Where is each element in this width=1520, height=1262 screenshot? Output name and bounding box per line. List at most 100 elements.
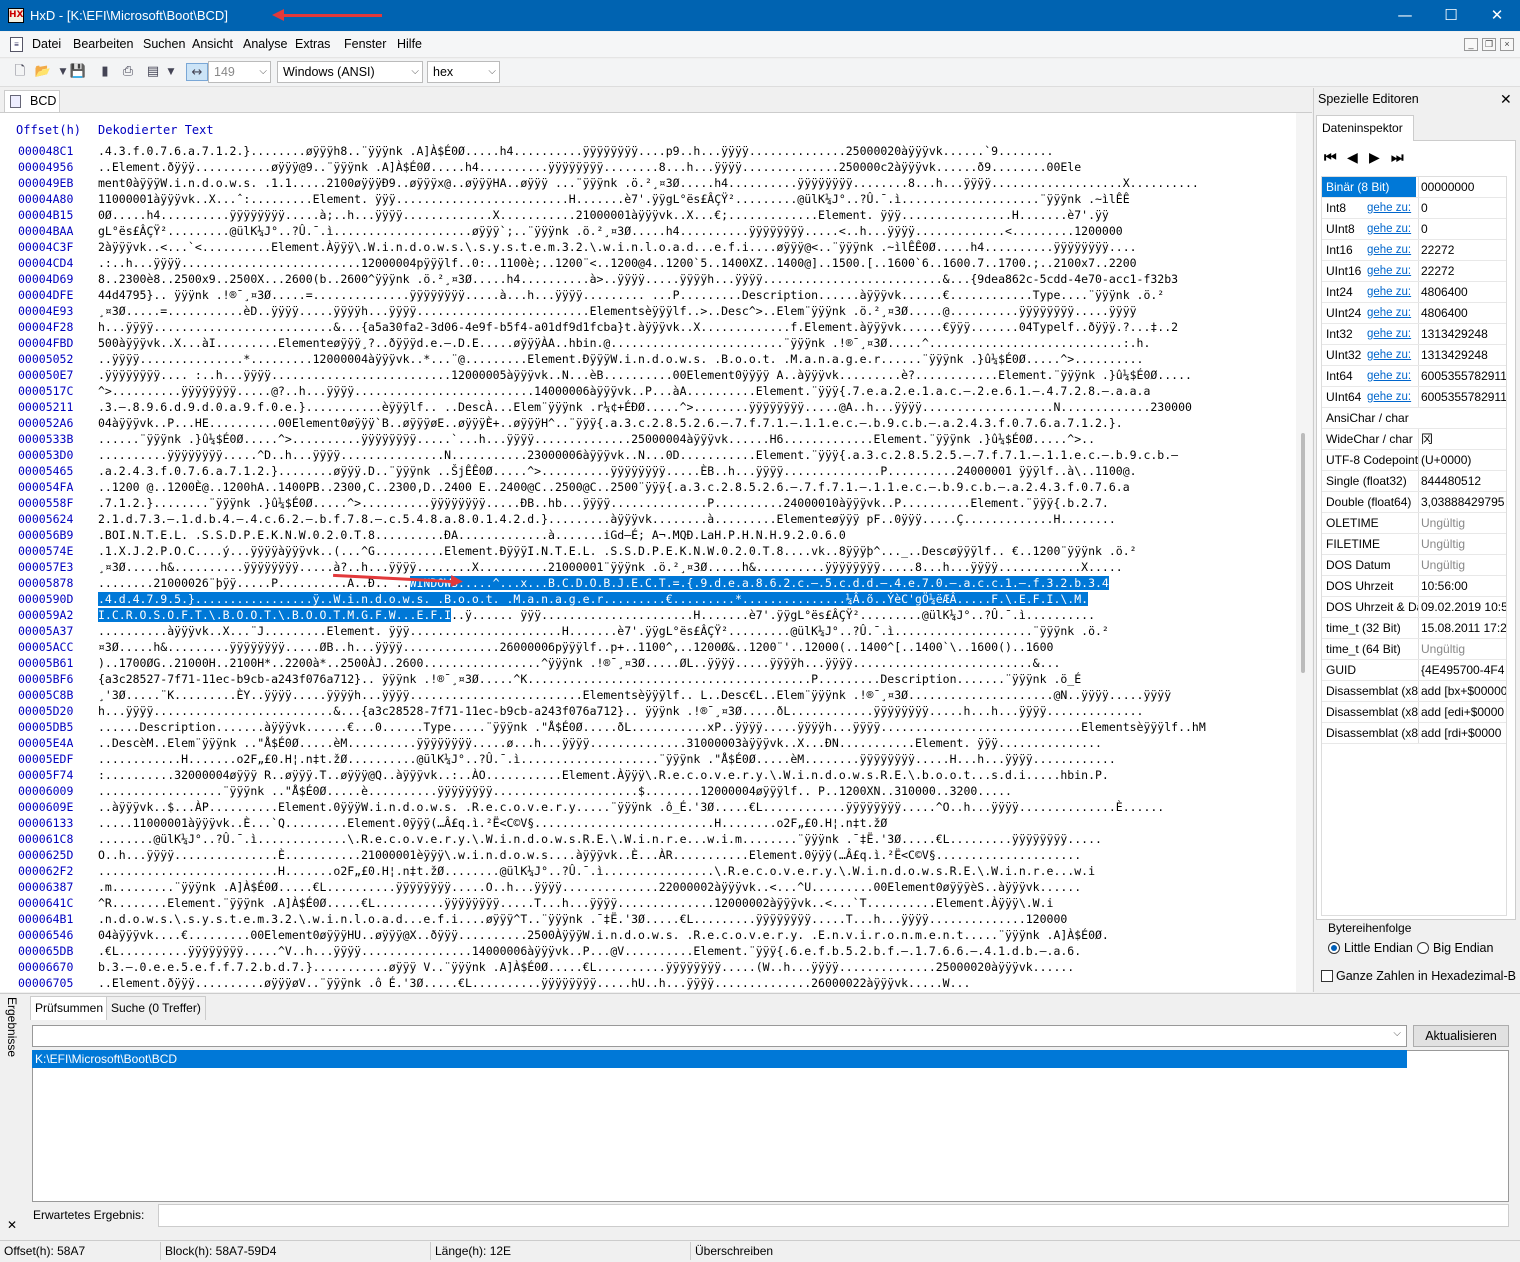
goto-link[interactable]: gehe zu:	[1366, 303, 1412, 323]
row-decoded-text[interactable]: ........@ülK¼J°..?Û.¯.ì.............\.R.…	[98, 831, 1290, 847]
row-decoded-text[interactable]: .BOI.N.T.E.L. .S.S.D.P.E.K.N.W.0.2.0.T.8…	[98, 527, 1290, 543]
row-decoded-text[interactable]: ..DescèM..Elem¨ÿÿÿnk .."Å$É0Ø.....èM....…	[98, 735, 1290, 751]
inspector-value[interactable]: 09.02.2019 10:5	[1418, 597, 1506, 617]
row-decoded-text[interactable]: ..àÿÿÿvk..$...ÀP..........Element.0ÿÿÿW.…	[98, 799, 1290, 815]
title-bar[interactable]: HX HxD - [K:\EFI\Microsoft\Boot\BCD] — ☐…	[0, 0, 1520, 31]
selected-text[interactable]: .4.d.4.7.9.5.}.................ÿ..W.i.n.…	[98, 592, 1089, 606]
hex-row[interactable]: 000049EB ment0àÿÿÿW.i.n.d.o.w.s. .1.1....…	[0, 175, 1296, 191]
close-file-icon[interactable]: ▮	[96, 63, 114, 81]
hex-row[interactable]: 0000609E ..àÿÿÿvk..$...ÀP..........Elemen…	[0, 799, 1296, 815]
inspector-row[interactable]: Int16 gehe zu: 22272	[1322, 240, 1506, 261]
goto-link[interactable]: gehe zu:	[1366, 261, 1412, 281]
little-endian-label[interactable]: Little Endian	[1344, 941, 1413, 955]
inspector-row[interactable]: Disassemblat (x86-32)add [edi+$0000	[1322, 702, 1506, 723]
expected-result-input[interactable]	[158, 1204, 1509, 1227]
hex-row[interactable]: 000052A6 04àÿÿÿvk..P...HE..........00Elem…	[0, 415, 1296, 431]
hex-row[interactable]: 00006387 .m.........¨ÿÿÿnk .A]À$É0Ø.....€…	[0, 879, 1296, 895]
hex-row[interactable]: 000062F2 ..........................H.....…	[0, 863, 1296, 879]
hex-row[interactable]: 00005052 ..ÿÿÿÿ...............*.........1…	[0, 351, 1296, 367]
hex-row[interactable]: 0000641C ^R........Element.¨ÿÿÿnk .A]À$É0…	[0, 895, 1296, 911]
hex-row[interactable]: 0000558F .7.1.2.}........¨ÿÿÿnk .}û¼$É0Ø.…	[0, 495, 1296, 511]
row-decoded-text[interactable]: ..................¨ÿÿÿnk .."Å$É0Ø.....è.…	[98, 783, 1290, 799]
hex-row[interactable]: 00006670 b.3.–.0.e.e.5.e.f.f.7.2.b.d.7.}.…	[0, 959, 1296, 975]
bytes-per-row-select[interactable]: 149 ⌵	[208, 61, 271, 83]
inspector-row[interactable]: Binär (8 Bit) 00000000	[1322, 177, 1506, 198]
hex-row[interactable]: 00005D20 h...ÿÿÿÿ........................…	[0, 703, 1296, 719]
menu-ansicht[interactable]: Ansicht	[192, 37, 233, 51]
row-decoded-text[interactable]: h...ÿÿÿÿ..........................&...{a…	[98, 703, 1290, 719]
inspector-row[interactable]: Int24 gehe zu: 4806400	[1322, 282, 1506, 303]
mdi-close-icon[interactable]: ×	[1500, 38, 1514, 51]
hex-editor[interactable]: Offset(h) Dekodierter Text 000048C1 .4.3.…	[0, 112, 1312, 992]
print-icon[interactable]: ⎙	[119, 63, 137, 81]
hex-row[interactable]: 0000625D O..h...ÿÿÿÿ...............È.....…	[0, 847, 1296, 863]
inspector-value[interactable]: 4806400	[1418, 282, 1506, 302]
row-decoded-text[interactable]: .m.........¨ÿÿÿnk .A]À$É0Ø.....€L.......…	[98, 879, 1290, 895]
next-icon[interactable]: ▶	[1369, 150, 1380, 166]
hex-row[interactable]: 000065DB .€L..........ÿÿÿÿÿÿÿÿ.....^V..h.…	[0, 943, 1296, 959]
inspector-value[interactable]: (U+0000)	[1418, 450, 1506, 470]
row-decoded-text[interactable]: ..........ÿÿÿÿÿÿÿÿ.....^D..h...ÿÿÿÿ.....…	[98, 447, 1290, 463]
hex-row[interactable]: 000061C8 ........@ülK¼J°..?Û.¯.ì.........…	[0, 831, 1296, 847]
open-folder-icon[interactable]: 📂	[34, 63, 52, 81]
inspector-value[interactable]: Ungültig	[1418, 555, 1506, 575]
first-icon[interactable]: ⏮	[1324, 150, 1337, 166]
inspector-value[interactable]: add [edi+$0000	[1418, 702, 1506, 722]
hex-row[interactable]: 00004D69 8..2300è8..2500x9..2500X...2600(…	[0, 271, 1296, 287]
row-decoded-text[interactable]: :..........32000004øÿÿÿ R..øÿÿÿ.T..øÿÿÿ@…	[98, 767, 1290, 783]
inspector-row[interactable]: Int8 gehe zu: 0	[1322, 198, 1506, 219]
row-decoded-text[interactable]: .n.d.o.w.s.\.s.y.s.t.e.m.3.2.\.w.i.n.l.o…	[98, 911, 1290, 927]
row-decoded-text[interactable]: ..Element.ðÿÿÿ..........øÿÿÿøV..¨ÿÿÿnk .…	[98, 975, 1290, 991]
editor-rows[interactable]: 000048C1 .4.3.f.0.7.6.a.7.1.2.}........øÿ…	[0, 143, 1296, 991]
inspector-row[interactable]: DOS Uhrzeit & Datum09.02.2019 10:5	[1322, 597, 1506, 618]
hex-row[interactable]: 000054FA ..1200 @..1200È@..1200hA..1400PB…	[0, 479, 1296, 495]
row-decoded-text[interactable]: 500àÿÿÿvk..X...àI.........Elementeøÿÿÿ¸?…	[98, 335, 1290, 351]
hex-row[interactable]: 00004DFE 44d4795}.. ÿÿÿnk .!®¯¸¤3Ø.....=.…	[0, 287, 1296, 303]
hex-row[interactable]: 00005F74:..........32000004øÿÿÿ R..øÿÿÿ.…	[0, 767, 1296, 783]
hex-row[interactable]: 00005DB5 ......Description.......àÿÿÿvk..…	[0, 719, 1296, 735]
inspector-row[interactable]: OLETIME Ungültig	[1322, 513, 1506, 534]
hex-ints-label[interactable]: Ganze Zahlen in Hexadezimal-B	[1336, 969, 1516, 983]
menu-suchen[interactable]: Suchen	[143, 37, 185, 51]
hex-row[interactable]: 00005EDF ............H.......o2F„£0.H¦.n‡…	[0, 751, 1296, 767]
inspector-row[interactable]: DOS Datum Ungültig	[1322, 555, 1506, 576]
row-decoded-text[interactable]: ......¨ÿÿÿnk .}û¼$É0Ø.....^>..........ÿÿ…	[98, 431, 1290, 447]
row-decoded-text[interactable]: h...ÿÿÿÿ..........................&...{a…	[98, 319, 1290, 335]
row-decoded-text[interactable]: 2.1.d.7.3.–.1.d.b.4.–.4.c.6.2.–.b.f.7.8.…	[98, 511, 1290, 527]
row-decoded-text[interactable]: 2àÿÿÿvk..<...`<..........Element.Àÿÿÿ\.W…	[98, 239, 1290, 255]
hex-row[interactable]: 00005C8B ¸'3Ø.....¨K.........ÈY..ÿÿÿÿ....…	[0, 687, 1296, 703]
row-decoded-text[interactable]: .3.–.8.9.6.d.9.d.0.a.9.f.0.e.}..........…	[98, 399, 1290, 415]
goto-link[interactable]: gehe zu:	[1366, 282, 1412, 302]
menu-bearbeiten[interactable]: Bearbeiten	[73, 37, 133, 51]
inspector-row[interactable]: Disassemblat (x86-64)add [rdi+$0000	[1322, 723, 1506, 744]
row-decoded-text[interactable]: .:..h...ÿÿÿÿ..........................12…	[98, 255, 1290, 271]
properties-dropdown-icon[interactable]: ▼	[162, 63, 180, 81]
minimize-button[interactable]: —	[1382, 0, 1428, 31]
mdi-minimize-icon[interactable]: _	[1464, 38, 1478, 51]
row-decoded-text[interactable]: .....11000001àÿÿÿvk..È...`Q.........Elem…	[98, 815, 1290, 831]
mdi-restore-icon[interactable]: ❐	[1482, 38, 1496, 51]
inspector-row[interactable]: time_t (64 Bit) Ungültig	[1322, 639, 1506, 660]
hex-row[interactable]: 00004CD4 .:..h...ÿÿÿÿ....................…	[0, 255, 1296, 271]
close-icon[interactable]: ✕	[7, 1218, 17, 1232]
inspector-row[interactable]: FILETIME Ungültig	[1322, 534, 1506, 555]
dropdown-option-file[interactable]: K:\EFI\Microsoft\Boot\BCD	[32, 1050, 1407, 1068]
goto-link[interactable]: gehe zu:	[1366, 345, 1412, 365]
charset-select[interactable]: Windows (ANSI) ⌵	[277, 61, 423, 83]
hex-row[interactable]: 000053D0 ..........ÿÿÿÿÿÿÿÿ.....^D..h...ÿ…	[0, 447, 1296, 463]
inspector-value[interactable]: 0	[1418, 219, 1506, 239]
checksum-results-list[interactable]	[32, 1050, 1509, 1202]
checksum-file-select[interactable]: ⌵	[32, 1025, 1407, 1047]
hex-row[interactable]: 00005E4A ..DescèM..Elem¨ÿÿÿnk .."Å$É0Ø...…	[0, 735, 1296, 751]
hex-row[interactable]: 000064B1 .n.d.o.w.s.\.s.y.s.t.e.m.3.2.\.w…	[0, 911, 1296, 927]
row-decoded-text[interactable]: ¸'3Ø.....¨K.........ÈY..ÿÿÿÿ.....ÿÿÿÿh..…	[98, 687, 1290, 703]
inspector-row[interactable]: DOS Uhrzeit 10:56:00	[1322, 576, 1506, 597]
inspector-row[interactable]: time_t (32 Bit) 15.08.2011 17:2	[1322, 618, 1506, 639]
tab-search[interactable]: Suche (0 Treffer)	[106, 996, 206, 1020]
hex-row[interactable]: 000059A2 I.C.R.O.S.O.F.T.\.B.O.O.T.\.B.O.…	[0, 607, 1296, 623]
row-decoded-text[interactable]: ..ÿÿÿÿ...............*.........12000004à…	[98, 351, 1290, 367]
inspector-value[interactable]: 22272	[1418, 261, 1506, 281]
row-decoded-text[interactable]: ............H.......o2F„£0.H¦.n‡t.žØ....…	[98, 751, 1290, 767]
inspector-row[interactable]: Disassemblat (x86-16)add [bx+$00000	[1322, 681, 1506, 702]
hex-row[interactable]: 00004C3F 2àÿÿÿvk..<...`<..........Element…	[0, 239, 1296, 255]
